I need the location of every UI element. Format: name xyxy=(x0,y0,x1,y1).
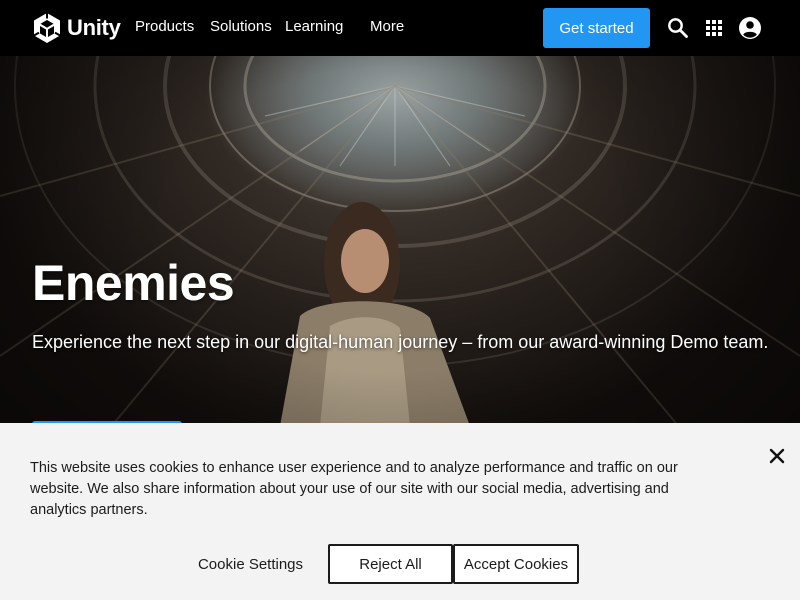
unity-cube-icon xyxy=(33,13,61,43)
unity-logo[interactable]: Unity xyxy=(32,12,121,44)
cookie-notice-text: This website uses cookies to enhance use… xyxy=(30,460,678,518)
nav-link-solutions[interactable]: Solutions xyxy=(210,18,272,35)
top-navigation: Unity Products Solutions Learning More G… xyxy=(0,0,800,56)
hero-subtitle: Experience the next step in our digital-… xyxy=(32,332,769,352)
brand-name: Unity xyxy=(67,15,121,40)
close-icon[interactable] xyxy=(766,445,788,467)
hero-title: Enemies xyxy=(32,255,235,311)
nav-link-products[interactable]: Products xyxy=(135,18,194,35)
reject-all-button[interactable]: Reject All xyxy=(328,544,453,584)
get-started-button[interactable]: Get started xyxy=(543,8,650,48)
account-icon[interactable] xyxy=(738,16,762,40)
cookie-settings-button[interactable]: Cookie Settings xyxy=(188,544,313,584)
apps-grid-icon[interactable] xyxy=(702,16,726,40)
cookie-consent-banner: This website uses cookies to enhance use… xyxy=(0,423,800,600)
accept-cookies-button[interactable]: Accept Cookies xyxy=(453,544,579,584)
nav-link-learning[interactable]: Learning xyxy=(285,18,343,35)
search-icon[interactable] xyxy=(666,16,690,40)
nav-link-more[interactable]: More xyxy=(370,18,404,35)
